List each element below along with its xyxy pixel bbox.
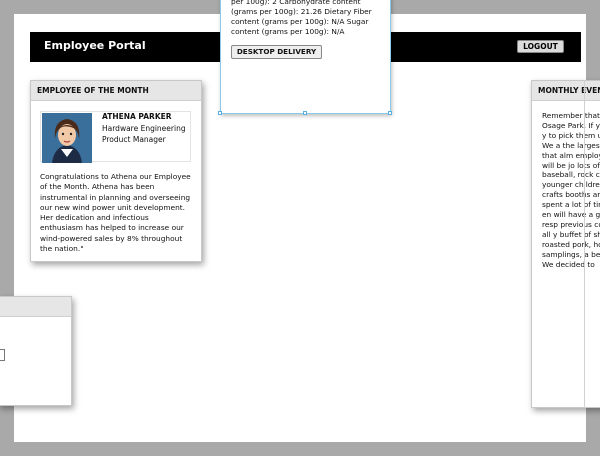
resize-handle-bottom-right[interactable] xyxy=(388,111,392,115)
employee-name: ATHENA PARKER xyxy=(102,112,172,121)
profile-card: ATHENA PARKER Hardware Engineering Produ… xyxy=(40,111,191,163)
side-widget-panel xyxy=(0,296,72,406)
employee-department: Hardware Engineering xyxy=(102,124,186,133)
side-widget-checkbox[interactable] xyxy=(0,349,5,361)
desktop-delivery-button[interactable]: DESKTOP DELIVERY xyxy=(231,45,322,59)
resize-handle-bottom-left[interactable] xyxy=(218,111,222,115)
portal-title: Employee Portal xyxy=(44,39,146,52)
side-widget-heading xyxy=(0,297,71,317)
avatar xyxy=(42,113,92,163)
nutrition-popup: per 100g): 2 Carbohydrate content (grams… xyxy=(220,0,391,114)
employee-of-month-panel: EMPLOYEE OF THE MONTH ATHENA PARKER Hard… xyxy=(30,80,202,262)
resize-handle-bottom[interactable] xyxy=(303,111,307,115)
employee-role: Product Manager xyxy=(102,135,166,144)
monthly-events-heading: MONTHLY EVENTS xyxy=(532,81,600,101)
monthly-events-text: Remember that company picnic Osage Park.… xyxy=(542,111,600,269)
logout-button[interactable]: LOGOUT xyxy=(517,40,564,53)
events-divider xyxy=(584,80,585,408)
nutrition-text: per 100g): 2 Carbohydrate content (grams… xyxy=(231,0,372,36)
employee-description: Congratulations to Athena our Employee o… xyxy=(40,172,191,254)
employee-of-month-heading: EMPLOYEE OF THE MONTH xyxy=(31,81,201,101)
monthly-events-panel: MONTHLY EVENTS Remember that company pic… xyxy=(531,80,600,408)
